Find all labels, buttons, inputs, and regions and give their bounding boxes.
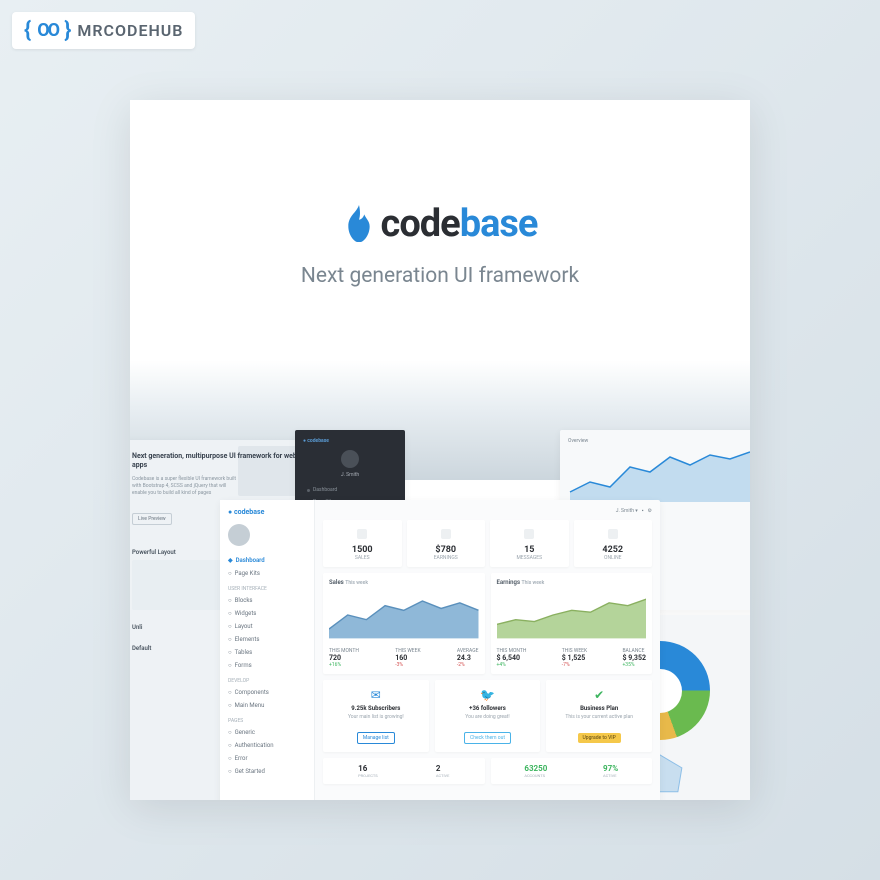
- sidebar-item[interactable]: ○ Elements: [228, 633, 306, 646]
- sub-subscribers: ✉ 9.25k Subscribers Your main list is gr…: [323, 680, 429, 752]
- stat-row: 1500SALES $780EARNINGS 15MESSAGES 4252ON…: [323, 520, 652, 567]
- sidebar-heading: DEVELOP: [228, 678, 306, 684]
- bag-icon: [357, 529, 367, 539]
- previews: Next generation, multipurpose UI framewo…: [130, 440, 750, 800]
- sidebar-heading: PAGES: [228, 718, 306, 724]
- sidebar-item[interactable]: ○ Blocks: [228, 594, 306, 607]
- stat-online[interactable]: 4252ONLINE: [574, 520, 653, 567]
- sidebar-item[interactable]: ○ Components: [228, 686, 306, 699]
- check-button[interactable]: Check them out: [464, 732, 511, 744]
- sidebar-item-pagekits[interactable]: ○ Page Kits: [228, 567, 306, 580]
- tagline: Next generation UI framework: [301, 264, 579, 288]
- sub-plan: ✔ Business Plan This is your current act…: [546, 680, 652, 752]
- sidebar-item[interactable]: ○ Forms: [228, 659, 306, 672]
- mrcodehub-logo: { OO} MRCODEHUB: [12, 12, 195, 49]
- dark-brand: ● codebase: [303, 438, 397, 444]
- preview-dashboard: ● codebase ◆ Dashboard ○ Page Kits USER …: [220, 500, 660, 800]
- envelope-icon: [524, 529, 534, 539]
- chart-earnings: Earnings This week THIS MONTH$ 6,540+4% …: [491, 573, 653, 674]
- stat-sales[interactable]: 1500SALES: [323, 520, 402, 567]
- gear-icon[interactable]: ⚙: [648, 508, 652, 514]
- envelope-icon: ✉: [329, 688, 423, 702]
- sub-followers: 🐦 +36 followers You are doing great! Che…: [435, 680, 541, 752]
- sidebar-item-dashboard[interactable]: ◆ Dashboard: [228, 554, 306, 567]
- avatar: [341, 450, 359, 468]
- wallet-icon: [441, 529, 451, 539]
- avatar: [228, 524, 250, 546]
- chart-sales: Sales This week THIS MONTH720+16% THIS W…: [323, 573, 485, 674]
- user-menu[interactable]: J. Smith ▾: [616, 508, 638, 514]
- flame-icon: [343, 205, 375, 243]
- sidebar-item[interactable]: ○ Main Menu: [228, 699, 306, 712]
- manage-list-button[interactable]: Manage list: [357, 732, 395, 744]
- area-chart: [568, 447, 750, 502]
- sidebar-item[interactable]: ○ Error: [228, 752, 306, 765]
- main-content: J. Smith ▾ ▪ ⚙ 1500SALES $780EARNINGS 15…: [315, 500, 660, 800]
- bottom-row: 16PROJECTS 2ACTIVE 63250ACCOUNTS 97%ACTI…: [323, 758, 652, 784]
- oo-icon: OO: [37, 20, 58, 41]
- users-icon: [608, 529, 618, 539]
- hero-section: codebase Next generation UI framework: [130, 100, 750, 360]
- sidebar-brand: ● codebase: [228, 508, 306, 516]
- product-card: codebase Next generation UI framework Ne…: [130, 100, 750, 800]
- sub-row: ✉ 9.25k Subscribers Your main list is gr…: [323, 680, 652, 752]
- sidebar: ● codebase ◆ Dashboard ○ Page Kits USER …: [220, 500, 315, 800]
- twitter-icon: 🐦: [441, 688, 535, 702]
- stat-earnings[interactable]: $780EARNINGS: [407, 520, 486, 567]
- sidebar-item[interactable]: ○ Authentication: [228, 739, 306, 752]
- sidebar-item[interactable]: ○ Generic: [228, 726, 306, 739]
- nav-item[interactable]: Dashboard: [303, 484, 397, 496]
- sidebar-item[interactable]: ○ Widgets: [228, 607, 306, 620]
- stat-messages[interactable]: 15MESSAGES: [490, 520, 569, 567]
- toolbar: J. Smith ▾ ▪ ⚙: [323, 508, 652, 514]
- bottom-projects[interactable]: 16PROJECTS 2ACTIVE: [323, 758, 485, 784]
- brand-text: codebase: [381, 202, 538, 246]
- check-icon: ✔: [552, 688, 646, 702]
- brand: codebase: [343, 202, 538, 246]
- chart-label: Overview: [568, 438, 750, 444]
- sidebar-heading: USER INTERFACE: [228, 586, 306, 592]
- brace-icon: }: [64, 18, 71, 43]
- user-name: J. Smith: [303, 472, 397, 478]
- live-preview-button[interactable]: Live Preview: [132, 513, 172, 525]
- sidebar-item[interactable]: ○ Layout: [228, 620, 306, 633]
- upgrade-button[interactable]: Upgrade to VIP: [578, 733, 621, 743]
- flag-icon[interactable]: ▪: [642, 508, 644, 514]
- bottom-accounts[interactable]: 63250ACCOUNTS 97%ACTIVE: [491, 758, 653, 784]
- sidebar-item[interactable]: ○ Get Started: [228, 765, 306, 778]
- sidebar-item[interactable]: ○ Tables: [228, 646, 306, 659]
- chart-row: Sales This week THIS MONTH720+16% THIS W…: [323, 573, 652, 674]
- logo-text: MRCODEHUB: [77, 21, 183, 40]
- brace-icon: {: [24, 18, 31, 43]
